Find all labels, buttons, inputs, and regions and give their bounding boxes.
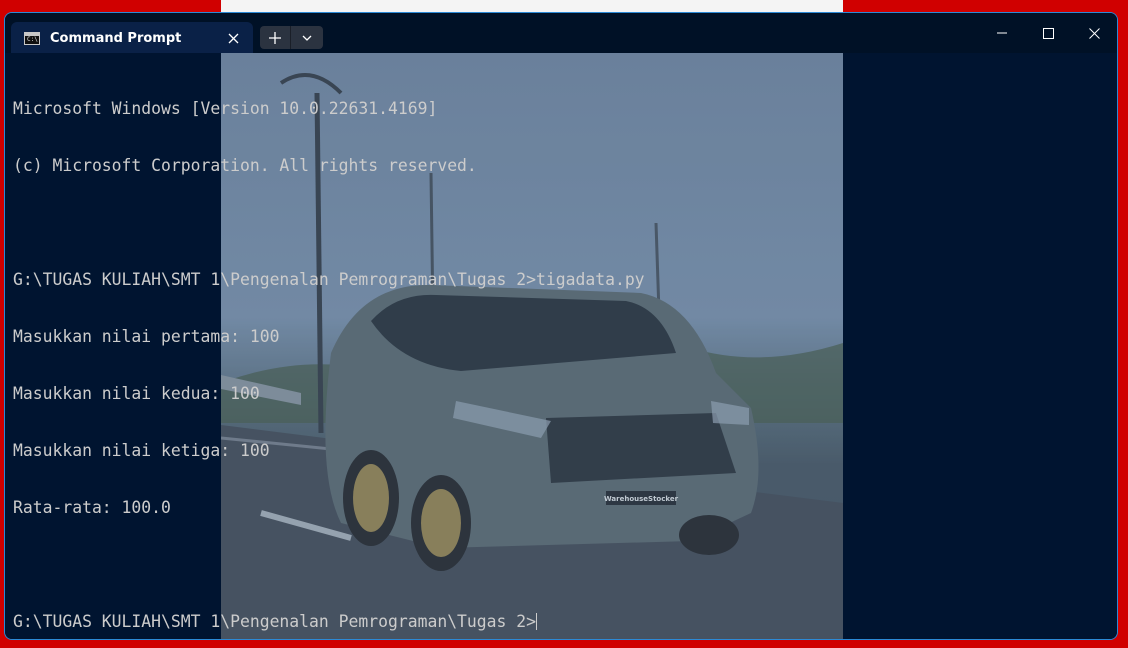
close-window-icon[interactable]	[1071, 13, 1117, 53]
window-controls	[979, 13, 1117, 53]
title-bar[interactable]: C:\ Command Prompt	[5, 13, 1117, 54]
terminal-line: Masukkan nilai kedua: 100	[13, 384, 260, 403]
terminal-content[interactable]: WarehouseStocker Microsoft Windows [Vers…	[5, 53, 1117, 639]
new-tab-group	[260, 26, 323, 49]
terminal-line: (c) Microsoft Corporation. All rights re…	[13, 156, 477, 175]
terminal-line: G:\TUGAS KULIAH\SMT 1\Pengenalan Pemrogr…	[13, 270, 645, 289]
minimize-icon[interactable]	[979, 13, 1025, 53]
tab-command-prompt[interactable]: C:\ Command Prompt	[11, 22, 253, 54]
terminal-line: Masukkan nilai ketiga: 100	[13, 441, 270, 460]
tab-title: Command Prompt	[50, 30, 182, 46]
terminal-prompt: G:\TUGAS KULIAH\SMT 1\Pengenalan Pemrogr…	[13, 612, 537, 631]
terminal-line: Rata-rata: 100.0	[13, 498, 171, 517]
close-tab-icon[interactable]	[221, 26, 245, 50]
terminal-line: Microsoft Windows [Version 10.0.22631.41…	[13, 99, 438, 118]
maximize-icon[interactable]	[1025, 13, 1071, 53]
terminal-output[interactable]: Microsoft Windows [Version 10.0.22631.41…	[13, 61, 645, 639]
chevron-down-icon[interactable]	[291, 26, 323, 49]
text-cursor	[536, 613, 538, 630]
terminal-line: Masukkan nilai pertama: 100	[13, 327, 280, 346]
terminal-window: C:\ Command Prompt WarehouseStocker Micr…	[4, 12, 1118, 640]
plus-icon[interactable]	[260, 26, 291, 49]
terminal-prompt-line[interactable]: G:\TUGAS KULIAH\SMT 1\Pengenalan Pemrogr…	[13, 612, 645, 631]
cmd-icon: C:\	[24, 31, 40, 45]
